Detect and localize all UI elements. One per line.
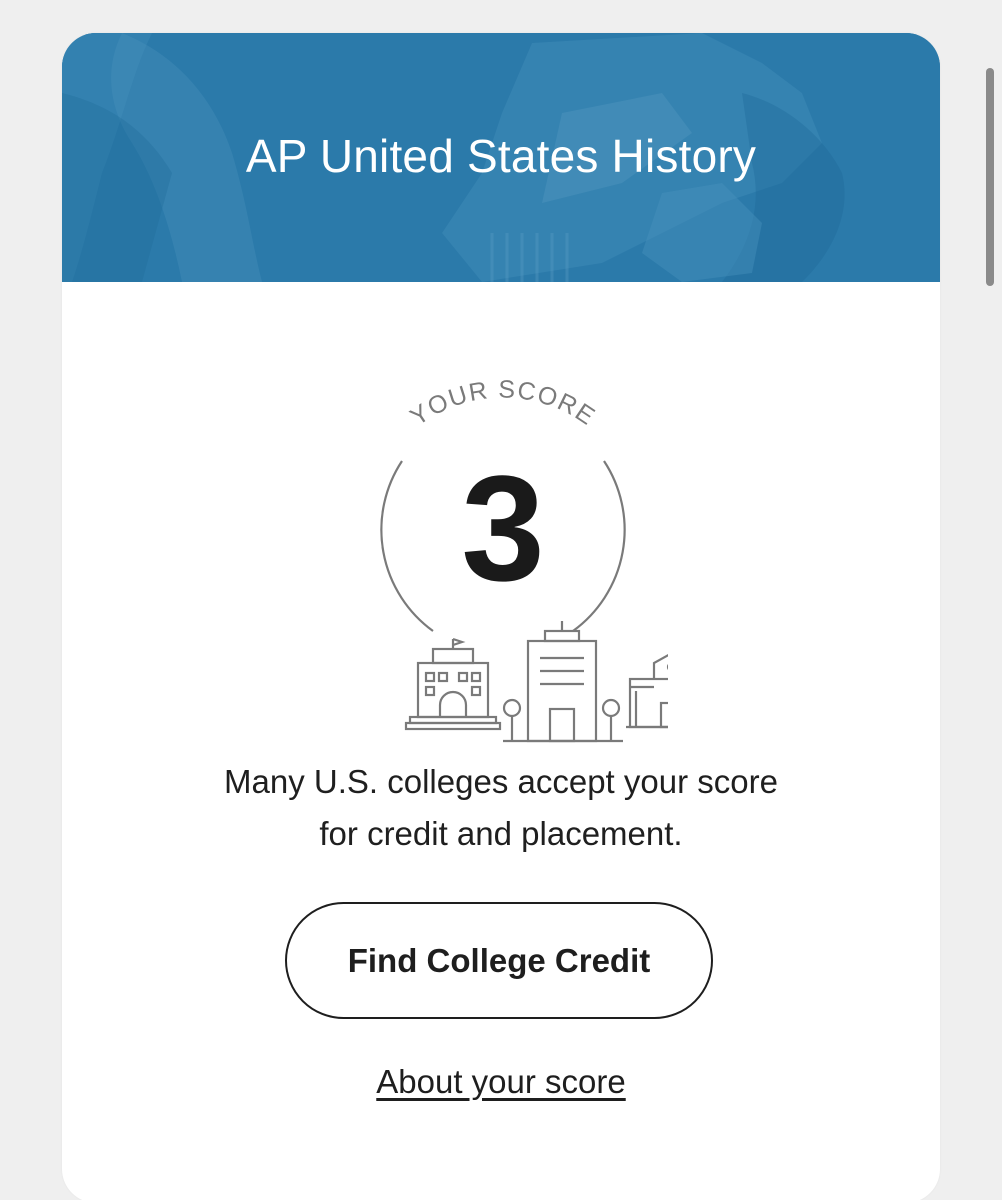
score-label: YOUR SCORE [405,375,600,431]
score-card: AP United States History YOUR SCORE 3 Ma… [62,33,940,1200]
about-your-score-link[interactable]: About your score [62,1063,940,1101]
credit-message: Many U.S. colleges accept your score for… [224,763,778,852]
score-graphic: YOUR SCORE 3 [338,363,668,748]
find-college-credit-button[interactable]: Find College Credit [285,902,713,1019]
course-title: AP United States History [245,130,757,182]
page: AP United States History YOUR SCORE 3 Ma… [0,0,1002,1200]
scrollbar[interactable] [986,68,994,286]
course-header: AP United States History [62,33,940,282]
score-value: 3 [461,444,545,612]
college-buildings-icon [404,621,668,743]
